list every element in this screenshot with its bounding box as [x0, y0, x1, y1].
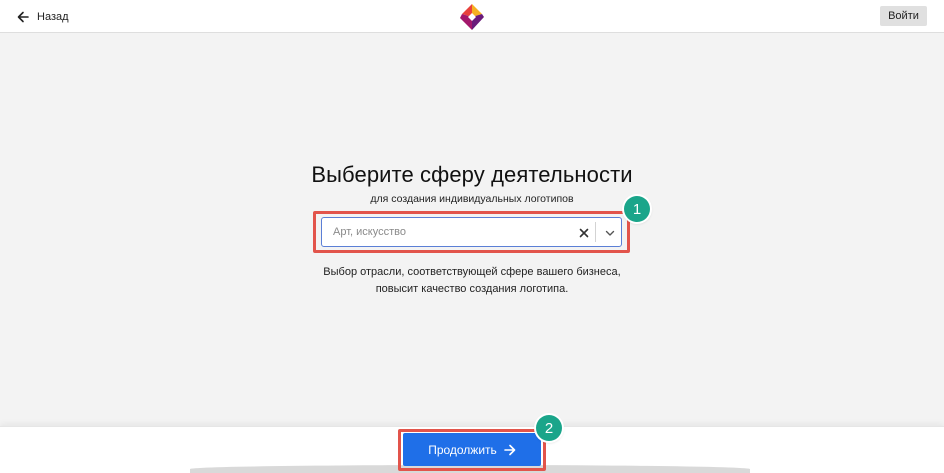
hint-line-2: повысит качество создания логотипа.: [375, 283, 569, 295]
industry-hint: Выбор отрасли, соответствующей сфере ваш…: [0, 264, 944, 298]
chevron-down-icon[interactable]: [603, 226, 617, 240]
step-badge-2: 2: [536, 415, 562, 441]
login-button[interactable]: Войти: [880, 6, 927, 26]
arrow-right-icon: [503, 444, 516, 455]
step-badge-1: 1: [624, 196, 650, 222]
top-bar: Назад Войти: [0, 0, 944, 33]
hint-line-1: Выбор отрасли, соответствующей сфере ваш…: [323, 266, 621, 278]
close-icon[interactable]: [577, 226, 591, 240]
page: Назад Войти Выберите сферу деятельности …: [0, 0, 944, 473]
brand-logo-icon[interactable]: [458, 4, 486, 30]
arrow-left-icon: [17, 11, 29, 23]
continue-button[interactable]: Продолжить: [403, 433, 541, 466]
back-label: Назад: [37, 11, 69, 23]
page-subtitle: для создания индивидуальных логотипов: [370, 193, 574, 205]
industry-input[interactable]: [322, 218, 572, 246]
continue-label: Продолжить: [428, 442, 497, 457]
page-title: Выберите сферу деятельности: [311, 162, 633, 187]
industry-select[interactable]: [321, 217, 622, 247]
back-button[interactable]: Назад: [17, 8, 69, 26]
field-divider: [595, 222, 596, 242]
